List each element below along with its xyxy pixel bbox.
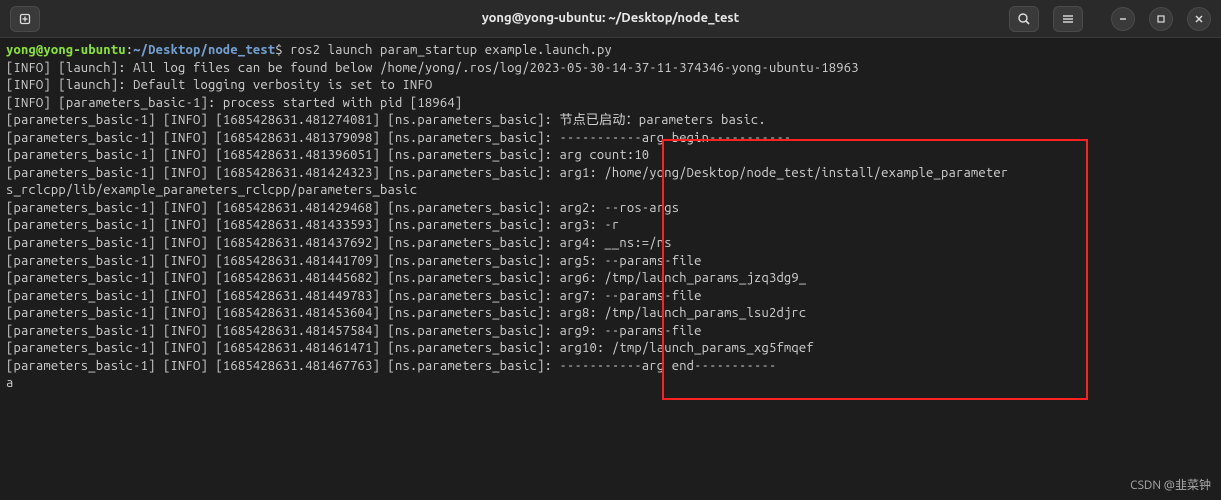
log-line: [parameters_basic-1] [INFO] [1685428631.… (6, 359, 776, 373)
log-line: [parameters_basic-1] [INFO] [1685428631.… (6, 324, 702, 338)
prompt-path: ~/Desktop/node_test (133, 43, 275, 57)
close-button[interactable] (1187, 7, 1211, 31)
log-line: [parameters_basic-1] [INFO] [1685428631.… (6, 218, 619, 232)
maximize-icon (1156, 14, 1166, 24)
command-text: ros2 launch param_startup example.launch… (290, 43, 612, 57)
log-line: [parameters_basic-1] [INFO] [1685428631.… (6, 289, 702, 303)
log-line: [parameters_basic-1] [INFO] [1685428631.… (6, 271, 806, 285)
prompt-user: yong@yong-ubuntu (6, 43, 126, 57)
maximize-button[interactable] (1149, 7, 1173, 31)
log-line: [parameters_basic-1] [INFO] [1685428631.… (6, 306, 806, 320)
log-line: [parameters_basic-1] [INFO] [1685428631.… (6, 201, 679, 215)
hamburger-icon (1061, 12, 1075, 26)
search-icon (1017, 12, 1031, 26)
log-line: [parameters_basic-1] [INFO] [1685428631.… (6, 148, 649, 162)
window-title: yong@yong-ubuntu: ~/Desktop/node_test (482, 10, 739, 28)
log-line: [parameters_basic-1] [INFO] [1685428631.… (6, 254, 702, 268)
search-button[interactable] (1009, 6, 1039, 32)
new-tab-icon (18, 12, 32, 26)
log-line: s_rclcpp/lib/example_parameters_rclcpp/p… (6, 183, 417, 197)
minimize-icon (1118, 14, 1128, 24)
titlebar-controls (1009, 6, 1211, 32)
log-line: [parameters_basic-1] [INFO] [1685428631.… (6, 166, 1008, 180)
log-line: [INFO] [parameters_basic-1]: process sta… (6, 96, 462, 110)
log-line: [parameters_basic-1] [INFO] [1685428631.… (6, 131, 791, 145)
titlebar: yong@yong-ubuntu: ~/Desktop/node_test (0, 0, 1221, 38)
log-line: [parameters_basic-1] [INFO] [1685428631.… (6, 341, 814, 355)
watermark: CSDN @韭菜钟 (1130, 478, 1211, 494)
hamburger-menu-button[interactable] (1053, 6, 1083, 32)
window-buttons (1111, 7, 1211, 31)
log-line: [parameters_basic-1] [INFO] [1685428631.… (6, 236, 672, 250)
minimize-button[interactable] (1111, 7, 1135, 31)
terminal-output[interactable]: yong@yong-ubuntu:~/Desktop/node_test$ ro… (0, 38, 1221, 500)
log-line: [INFO] [launch]: Default logging verbosi… (6, 78, 432, 92)
log-line: [parameters_basic-1] [INFO] [1685428631.… (6, 113, 766, 127)
log-line: a (6, 376, 13, 390)
prompt-dollar: $ (275, 43, 290, 57)
new-tab-button[interactable] (10, 6, 40, 32)
close-icon (1194, 14, 1204, 24)
log-line: [INFO] [launch]: All log files can be fo… (6, 61, 859, 75)
